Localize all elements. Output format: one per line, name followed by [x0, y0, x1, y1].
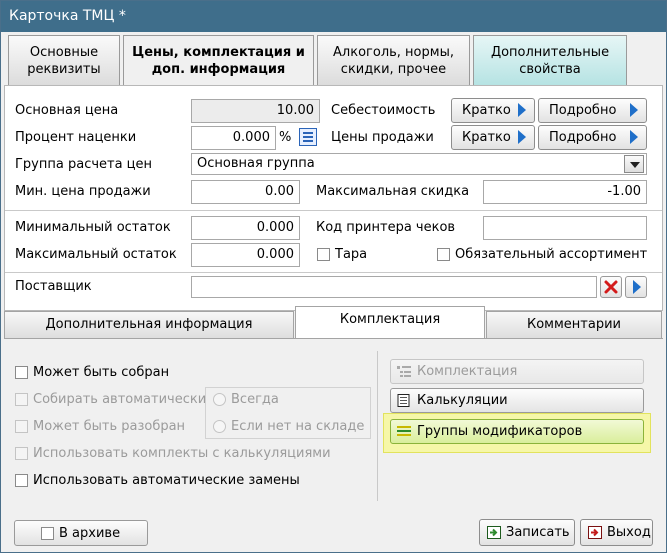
tab-alcohol-norms[interactable]: Алкоголь, нормы, скидки, прочее [317, 35, 470, 85]
prices-panel: Основная цена 10.00 Себестоимость Кратко… [4, 85, 663, 311]
save-icon [487, 526, 501, 539]
printer-code-field[interactable] [483, 216, 647, 240]
tab-label: Цены, комплектация и доп. информация [132, 44, 305, 77]
assemble-auto-checkbox[interactable] [15, 393, 28, 406]
arrow-right-icon [633, 280, 641, 294]
save-button[interactable]: Записать [479, 519, 575, 546]
if-not-in-stock-radio[interactable] [213, 420, 226, 433]
max-stock-field[interactable]: 0.000 [191, 243, 300, 267]
max-discount-label: Максимальная скидка [316, 184, 470, 199]
markup-unit: % [279, 130, 292, 145]
modifier-groups-button[interactable]: Группы модификаторов [390, 419, 644, 444]
tab-label: Дополнительная информация [45, 317, 253, 332]
min-price-field[interactable]: 0.00 [191, 180, 300, 204]
max-stock-label: Максимальный остаток [15, 247, 177, 262]
can-be-disassembled-checkbox[interactable] [15, 420, 28, 433]
sales-prices-label: Цены продажи [331, 130, 434, 145]
button-label: Группы модификаторов [417, 424, 583, 439]
archive-label: В архиве [59, 526, 121, 541]
sales-detail-button[interactable]: Подробно [538, 125, 647, 150]
use-auto-replace-checkbox[interactable] [15, 474, 28, 487]
exit-icon [588, 526, 602, 539]
min-stock-field[interactable]: 0.000 [191, 216, 300, 240]
tara-label: Тара [335, 247, 368, 262]
arrow-right-icon [630, 103, 638, 117]
always-label: Всегда [231, 392, 279, 407]
divider [5, 272, 662, 273]
price-group-value: Основная группа [197, 156, 315, 171]
tab-label: Дополнительные свойства [490, 44, 610, 77]
arrow-right-icon [518, 103, 526, 117]
arrow-right-icon [518, 130, 526, 144]
tab-label: Алкоголь, нормы, скидки, прочее [333, 44, 454, 77]
list-icon [397, 426, 411, 436]
button-label: Комплектация [417, 364, 518, 379]
button-label: Калькуляции [417, 393, 508, 408]
clear-icon[interactable] [600, 276, 622, 298]
button-label: Выход [607, 525, 651, 540]
assemble-auto-label: Собирать автоматически [33, 392, 207, 407]
button-label: Подробно [549, 103, 617, 118]
archive-button[interactable]: В архиве [14, 520, 148, 546]
tara-checkbox[interactable] [317, 248, 330, 261]
max-discount-field[interactable]: -1.00 [483, 180, 647, 204]
always-radio[interactable] [213, 393, 226, 406]
can-be-assembled-checkbox[interactable] [15, 366, 28, 379]
required-assortment-checkbox[interactable] [437, 248, 450, 261]
supplier-field[interactable] [191, 276, 597, 298]
window-title: Карточка ТМЦ * [1, 1, 666, 32]
tab-kit[interactable]: Комплектация [295, 306, 485, 339]
button-label: Записать [506, 525, 570, 540]
price-group-select[interactable]: Основная группа [191, 153, 647, 175]
tab-prices-kit[interactable]: Цены, комплектация и доп. информация [123, 35, 314, 85]
vertical-divider [377, 351, 378, 501]
min-price-label: Мин. цена продажи [15, 184, 151, 199]
can-be-assembled-label: Может быть собран [33, 365, 170, 380]
can-be-disassembled-label: Может быть разобран [33, 419, 186, 434]
use-kits-with-calc-checkbox[interactable] [15, 447, 28, 460]
base-price-field[interactable]: 10.00 [191, 99, 320, 123]
markup-label: Процент наценки [15, 130, 137, 145]
arrow-right-icon [630, 130, 638, 144]
document-icon [397, 394, 410, 407]
tab-comments[interactable]: Комментарии [486, 311, 662, 339]
if-not-in-stock-label: Если нет на складе [231, 419, 365, 434]
cost-detail-button[interactable]: Подробно [538, 98, 647, 123]
tab-additional-info[interactable]: Дополнительная информация [4, 311, 294, 339]
cost-short-button[interactable]: Кратко [451, 98, 535, 123]
tab-main-requisites[interactable]: Основные реквизиты [8, 35, 120, 85]
divider [5, 210, 662, 211]
base-price-label: Основная цена [15, 103, 119, 118]
tab-label: Основные реквизиты [27, 44, 101, 77]
button-label: Кратко [462, 130, 511, 145]
cost-label: Себестоимость [331, 103, 436, 118]
kit-button[interactable]: Комплектация [390, 359, 644, 384]
markup-field[interactable]: 0.000 [191, 126, 276, 150]
printer-code-label: Код принтера чеков [316, 220, 456, 235]
supplier-label: Поставщик [15, 279, 92, 294]
sales-short-button[interactable]: Кратко [451, 125, 535, 150]
tab-additional-properties[interactable]: Дополнительные свойства [473, 35, 627, 85]
use-auto-replace-label: Использовать автоматические замены [33, 473, 300, 488]
tab-label: Комплектация [339, 312, 441, 327]
button-label: Подробно [549, 130, 617, 145]
price-group-label: Группа расчета цен [15, 157, 153, 172]
required-assortment-label: Обязательный ассортимент [455, 247, 648, 262]
chevron-down-icon[interactable] [624, 155, 644, 173]
kit-icon [397, 366, 411, 377]
supplier-select-button[interactable] [625, 276, 647, 298]
min-stock-label: Минимальный остаток [15, 220, 171, 235]
calculator-icon[interactable] [299, 128, 317, 146]
tab-label: Комментарии [527, 317, 621, 332]
exit-button[interactable]: Выход [580, 519, 653, 546]
archive-checkbox[interactable] [41, 527, 54, 540]
calculations-button[interactable]: Калькуляции [390, 388, 644, 413]
use-kits-with-calc-label: Использовать комплекты с калькуляциями [33, 446, 331, 461]
window: Карточка ТМЦ * Основные реквизиты Цены, … [0, 0, 667, 553]
button-label: Кратко [462, 103, 511, 118]
